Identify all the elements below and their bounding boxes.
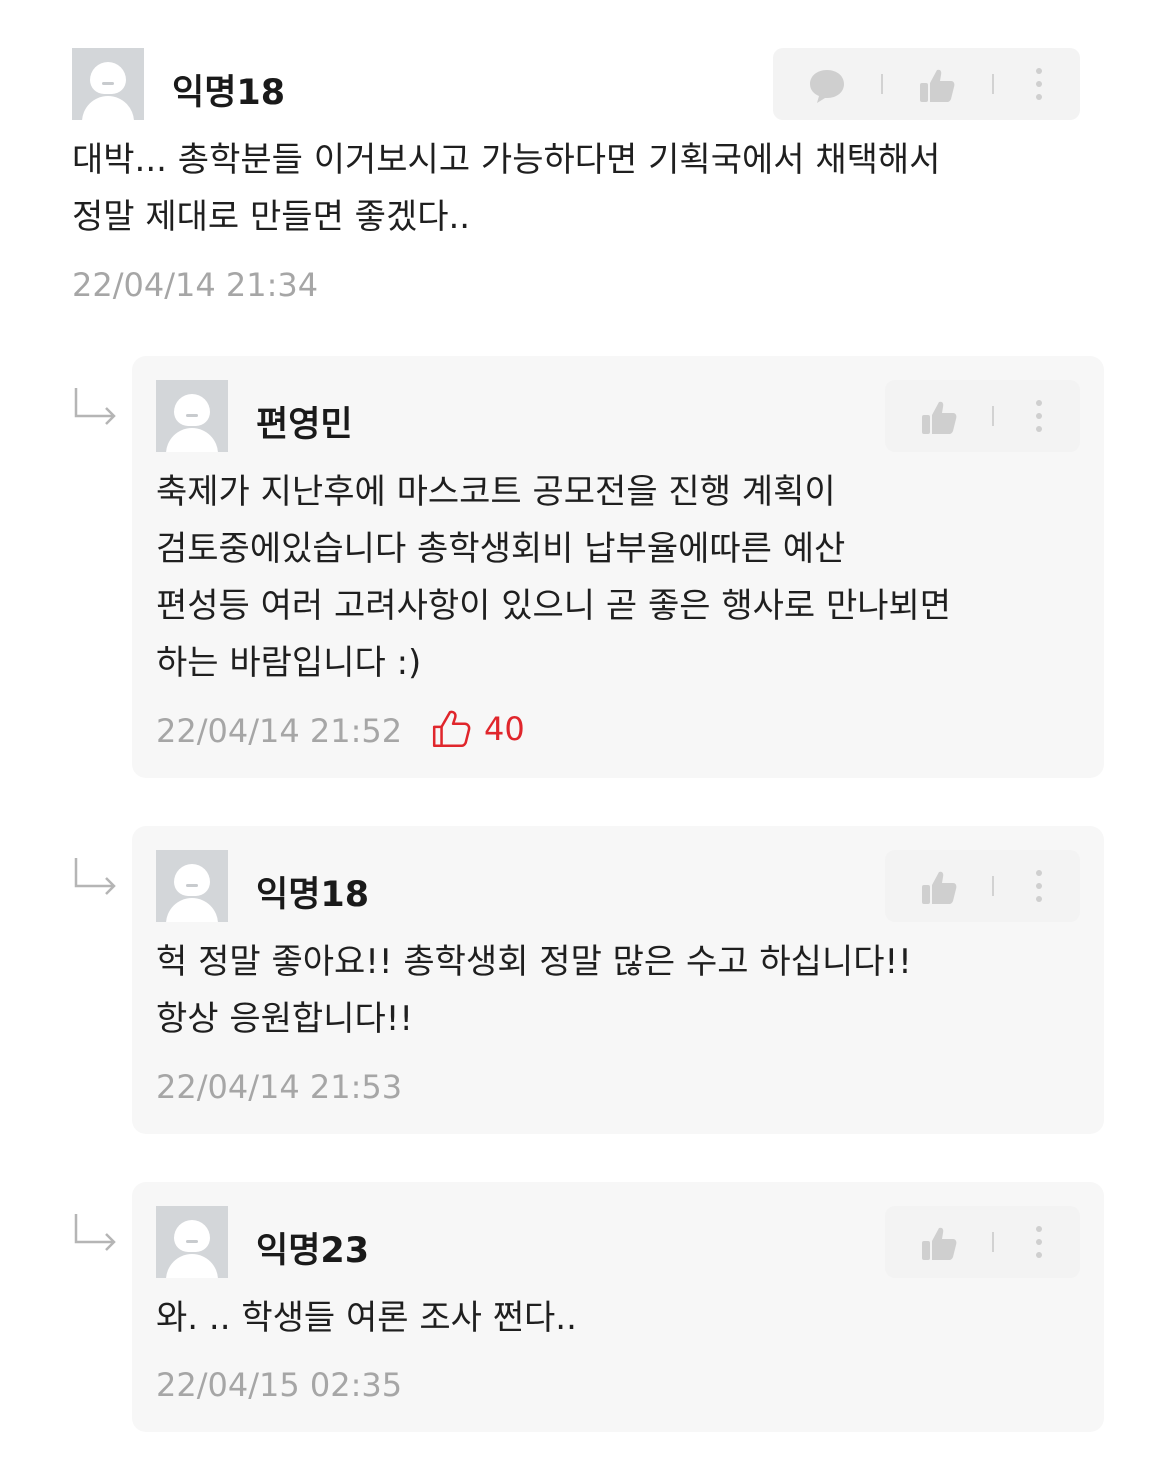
comment-text: 대박... 총학분들 이거보시고 가능하다면 기획국에서 채택해서 정말 제대로… [72, 140, 941, 237]
reply-card: 편영민 축제가 지난후에 마스코트 공모전을 진행 계획이 검토중에있습니다 총… [132, 356, 1104, 778]
avatar [72, 48, 144, 120]
reply-actions [885, 850, 1080, 922]
more-vertical-icon[interactable] [1036, 1226, 1042, 1258]
reply-text: 축제가 지난후에 마스코트 공모전을 진행 계획이 검토중에있습니다 총학생회비… [156, 472, 952, 683]
reply-author: 익명18 [256, 875, 370, 915]
more-vertical-icon[interactable] [1036, 870, 1042, 902]
reply-actions [885, 380, 1080, 452]
reply-author: 편영민 [256, 405, 353, 445]
reply-actions [885, 1206, 1080, 1278]
comment-actions [773, 48, 1080, 120]
reply-author: 익명23 [256, 1231, 370, 1271]
avatar [156, 380, 228, 452]
reply-timestamp: 22/04/14 21:53 [156, 1068, 403, 1106]
reply-text: 헉 정말 좋아요!! 총학생회 정말 많은 수고 하십니다!! 항상 응원합니다… [156, 942, 912, 1039]
avatar [156, 1206, 228, 1278]
like-count[interactable]: 40 [430, 708, 525, 750]
avatar [156, 850, 228, 922]
like-count-value: 40 [484, 710, 525, 748]
reply-arrow-icon [74, 858, 116, 895]
comment: 익명18 대박... 총학분들 이거보시고 가능하다면 기획국에서 채택해서 정… [0, 0, 1152, 320]
reply-card: 익명23 와. .. 학생들 여론 조사 쩐다.. 22/04/15 02:35 [132, 1182, 1104, 1432]
thumbs-up-icon[interactable] [919, 868, 959, 908]
reply-text: 와. .. 학생들 여론 조사 쩐다.. [156, 1298, 577, 1338]
thumbs-up-icon[interactable] [917, 66, 957, 106]
reply-timestamp: 22/04/14 21:52 [156, 712, 403, 750]
reply-timestamp: 22/04/15 02:35 [156, 1366, 403, 1404]
reply-card: 익명18 헉 정말 좋아요!! 총학생회 정말 많은 수고 하십니다!! 항상 … [132, 826, 1104, 1134]
comment-timestamp: 22/04/14 21:34 [72, 266, 319, 304]
thumbs-up-icon[interactable] [919, 1224, 959, 1264]
more-vertical-icon[interactable] [1036, 400, 1042, 432]
thumbs-up-icon[interactable] [919, 398, 959, 438]
speech-bubble-icon[interactable] [807, 66, 847, 106]
comment-author: 익명18 [172, 73, 286, 113]
more-vertical-icon[interactable] [1036, 68, 1042, 100]
reply-arrow-icon [74, 1214, 116, 1251]
reply-arrow-icon [74, 388, 116, 425]
thumbs-up-outline-icon [432, 710, 471, 748]
